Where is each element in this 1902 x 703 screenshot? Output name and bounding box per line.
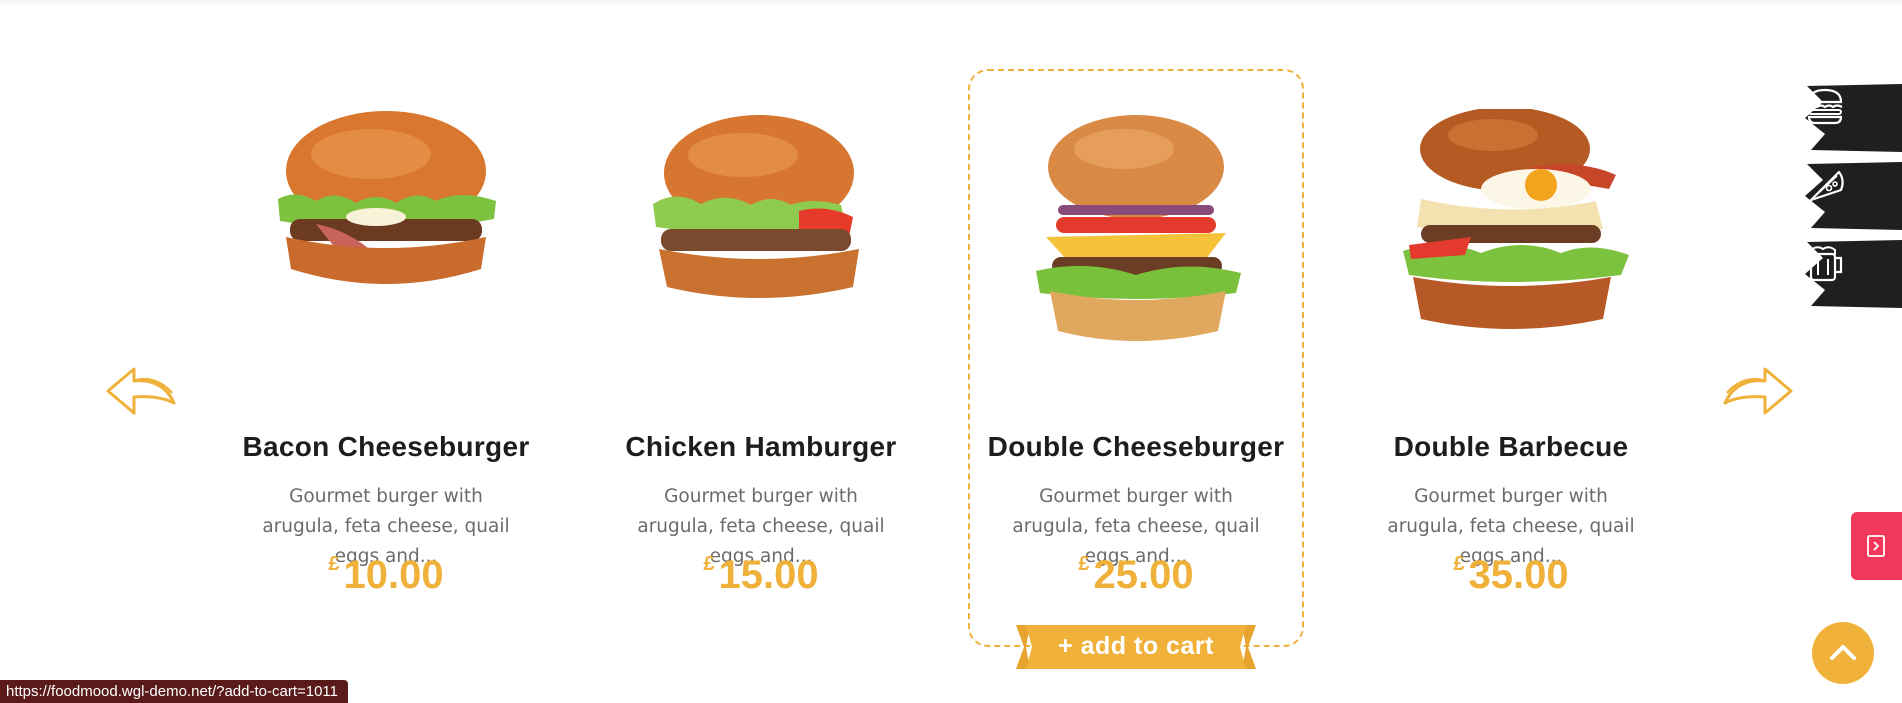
product-card[interactable]: Bacon Cheeseburger Gourmet burger with a…: [218, 69, 554, 647]
carousel-next-button[interactable]: [1719, 363, 1795, 421]
beer-mug-icon: [1809, 246, 1843, 282]
price-value: 25.00: [1093, 553, 1194, 597]
add-to-cart-button[interactable]: + add to cart: [1016, 623, 1256, 671]
product-price: £10.00: [218, 553, 554, 598]
add-to-cart-label: + add to cart: [1058, 632, 1214, 660]
price-value: 15.00: [718, 553, 819, 597]
arrow-left-icon: [106, 367, 176, 415]
chicken-hamburger-image: [653, 115, 859, 298]
bacon-cheeseburger-image: [278, 111, 496, 284]
product-title[interactable]: Double Barbecue: [1343, 431, 1679, 463]
product-price: £15.00: [593, 553, 929, 598]
side-tab-drinks[interactable]: [1803, 240, 1902, 308]
currency-symbol: £: [703, 553, 715, 575]
product-carousel: Bacon Cheeseburger Gourmet burger with a…: [0, 0, 1902, 703]
chevron-up-icon: [1830, 645, 1856, 660]
scroll-to-top-button[interactable]: [1812, 622, 1874, 684]
price-value: 35.00: [1468, 553, 1569, 597]
exit-door-icon: [1867, 535, 1885, 557]
product-price: £35.00: [1343, 553, 1679, 598]
product-card-active[interactable]: Double Cheeseburger Gourmet burger with …: [968, 69, 1304, 669]
double-barbecue-image: [1403, 109, 1629, 329]
carousel-prev-button[interactable]: [104, 363, 180, 421]
product-card[interactable]: Chicken Hamburger Gourmet burger with ar…: [593, 69, 929, 647]
product-title[interactable]: Bacon Cheeseburger: [218, 431, 554, 463]
price-value: 10.00: [343, 553, 444, 597]
burger-icon: [1807, 88, 1843, 125]
product-title[interactable]: Chicken Hamburger: [593, 431, 929, 463]
product-title[interactable]: Double Cheeseburger: [970, 431, 1302, 463]
floating-side-button[interactable]: [1851, 512, 1902, 580]
side-tab-pizza[interactable]: [1803, 162, 1902, 230]
currency-symbol: £: [1078, 553, 1090, 575]
product-card[interactable]: Double Barbecue Gourmet burger with arug…: [1343, 69, 1679, 647]
status-bar-url: https://foodmood.wgl-demo.net/?add-to-ca…: [0, 680, 349, 703]
double-cheeseburger-image: [1036, 115, 1241, 341]
side-tab-burgers[interactable]: [1803, 84, 1902, 152]
currency-symbol: £: [328, 553, 340, 575]
arrow-right-icon: [1723, 367, 1793, 415]
currency-symbol: £: [1453, 553, 1465, 575]
product-price: £25.00: [970, 553, 1302, 598]
pizza-icon: [1809, 170, 1844, 202]
